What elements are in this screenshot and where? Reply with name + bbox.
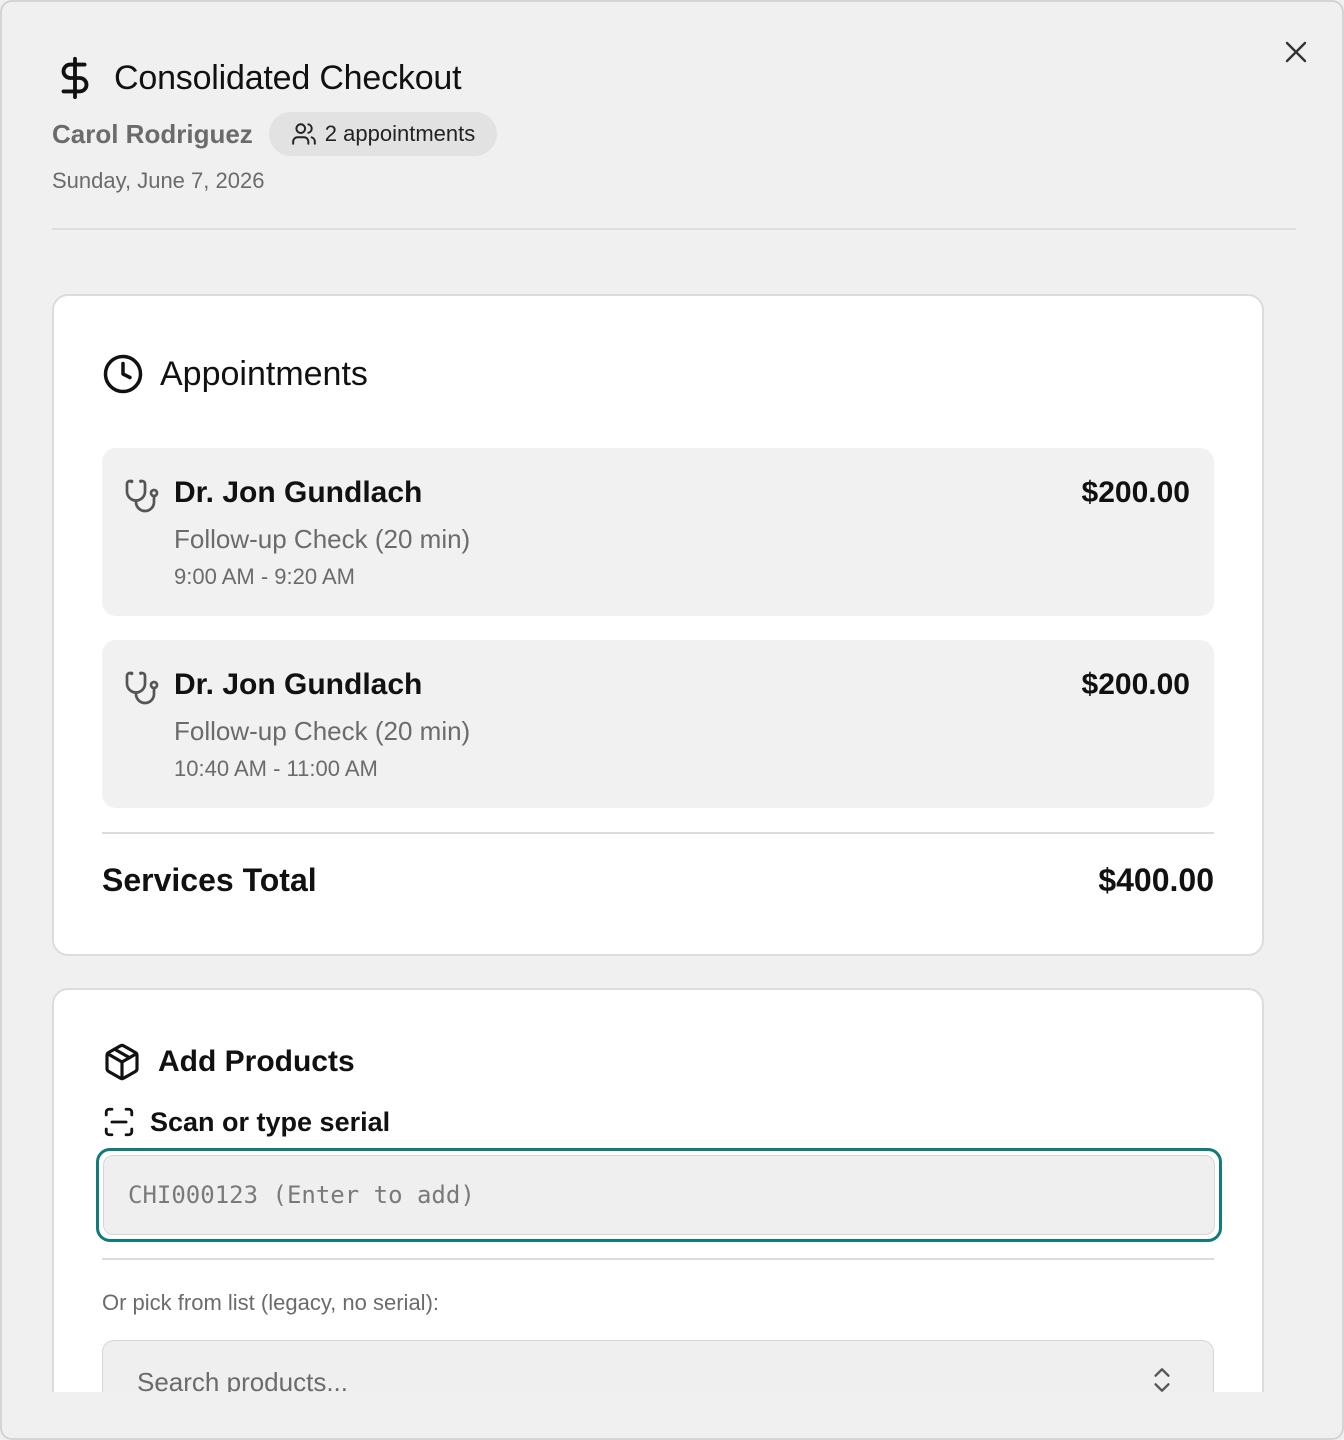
appointment-price: $200.00 — [1081, 668, 1190, 701]
appointment-time: 10:40 AM - 11:00 AM — [174, 756, 378, 781]
close-icon — [1285, 41, 1307, 63]
appointment-service: Follow-up Check (20 min) — [174, 716, 471, 746]
services-divider — [102, 832, 1214, 834]
legacy-pick-label: Or pick from list (legacy, no serial): — [102, 1290, 440, 1315]
appointments-card: Appointments Dr. Jon Gundlach Follow-up … — [52, 294, 1264, 956]
clock-icon — [103, 354, 143, 394]
appointment-price: $200.00 — [1081, 476, 1190, 509]
stethoscope-icon — [125, 671, 159, 705]
users-icon — [291, 123, 316, 145]
appointments-heading: Appointments — [102, 352, 368, 396]
patient-name: Carol Rodriguez — [52, 118, 253, 149]
patient-row: Carol Rodriguez 2 appointments — [52, 112, 498, 156]
scan-icon — [104, 1107, 134, 1137]
dollar-icon — [61, 56, 89, 100]
header-divider — [52, 228, 1296, 230]
stethoscope-icon — [125, 479, 159, 513]
package-icon — [105, 1043, 139, 1081]
serial-input[interactable] — [103, 1155, 1215, 1235]
scan-label: Scan or type serial — [150, 1106, 391, 1137]
dialog-header: Consolidated Checkout — [52, 54, 462, 102]
checkout-dialog: Consolidated Checkout Carol Rodriguez 2 … — [0, 0, 1344, 1440]
add-products-heading: Add Products — [102, 1042, 355, 1082]
appointment-doctor: Dr. Jon Gundlach — [174, 668, 423, 701]
products-divider — [102, 1258, 1214, 1260]
scan-label-row: Scan or type serial — [102, 1104, 390, 1140]
checkout-date: Sunday, June 7, 2026 — [52, 168, 265, 193]
appointment-doctor: Dr. Jon Gundlach — [174, 476, 423, 509]
appointment-service: Follow-up Check (20 min) — [174, 524, 471, 554]
services-total-value: $400.00 — [1098, 862, 1214, 898]
appointment-item: Dr. Jon Gundlach Follow-up Check (20 min… — [102, 640, 1214, 808]
dialog-footer-area — [2, 1392, 1342, 1438]
appointment-item: Dr. Jon Gundlach Follow-up Check (20 min… — [102, 448, 1214, 616]
appointment-count-label: 2 appointments — [324, 121, 476, 146]
dialog-title: Consolidated Checkout — [114, 58, 462, 97]
serial-input-focus-ring — [96, 1148, 1222, 1242]
add-products-card: Add Products Scan or type serial Or pick… — [52, 988, 1264, 1438]
chevrons-up-down-icon — [1154, 1368, 1170, 1392]
close-button[interactable] — [1280, 36, 1312, 68]
add-products-title: Add Products — [158, 1045, 355, 1078]
appointment-count-badge: 2 appointments — [268, 112, 498, 156]
services-total-label: Services Total — [102, 862, 317, 898]
appointments-title: Appointments — [160, 354, 368, 393]
appointment-time: 9:00 AM - 9:20 AM — [174, 564, 355, 589]
